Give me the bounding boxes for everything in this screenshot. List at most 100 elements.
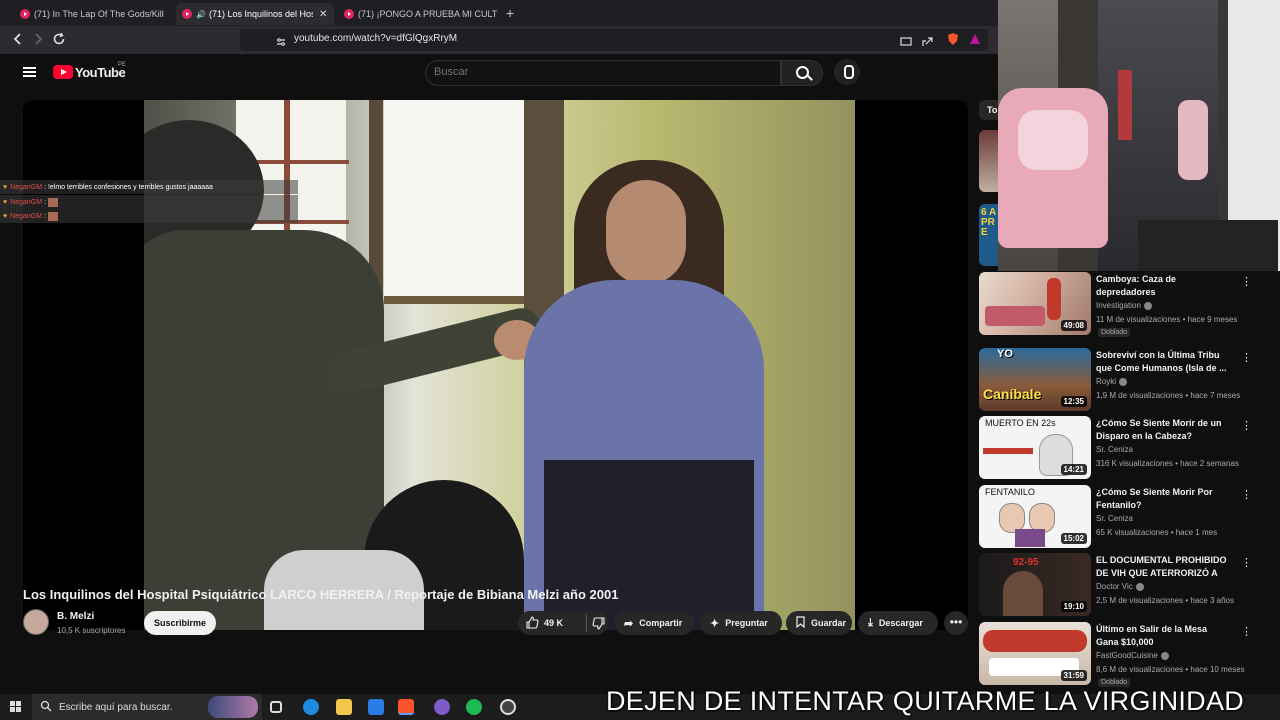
chat-username: NeganGM xyxy=(10,212,43,220)
dubbed-badge: Doblado xyxy=(1098,328,1131,337)
heart-icon: ♥ xyxy=(3,198,8,206)
thumb-body xyxy=(1015,529,1045,547)
emote-icon xyxy=(48,197,59,207)
video-thumbnail[interactable]: MUERTO EN 22s 14:21 xyxy=(979,416,1091,479)
recommendation-title[interactable]: EL DOCUMENTAL PROHIBIDO DE VIH QUE ATERR… xyxy=(1096,554,1231,580)
subscriber-count: 10,5 K suscriptores xyxy=(57,626,126,635)
recommendation-card[interactable]: 49:08 Camboya: Caza de depredadores Inve… xyxy=(979,272,1269,337)
recommendation-title[interactable]: Sobreviví con la Última Tribu que Come H… xyxy=(1096,349,1231,375)
task-view-icon[interactable] xyxy=(270,701,282,713)
store-icon[interactable] xyxy=(368,699,384,715)
discord-icon[interactable] xyxy=(434,699,450,715)
channel-avatar[interactable] xyxy=(23,609,49,635)
recommendation-card[interactable]: MUERTO EN 22s 14:21 ¿Cómo Se Siente Mori… xyxy=(979,416,1269,480)
menu-icon[interactable] xyxy=(23,67,36,77)
recommendation-card[interactable]: FENTANILO 15:02 ¿Cómo Se Siente Morir Po… xyxy=(979,485,1269,549)
spotify-icon[interactable] xyxy=(466,699,482,715)
verified-icon xyxy=(1143,301,1152,310)
subscribe-button[interactable]: Suscribirme xyxy=(144,611,216,635)
chat-text: : xyxy=(44,212,47,220)
chat-message: ♥ NeganGM : !elmo terribles confesiones … xyxy=(0,180,298,194)
back-icon[interactable] xyxy=(12,32,24,49)
cast-icon[interactable] xyxy=(900,34,912,50)
reload-icon[interactable] xyxy=(52,32,66,49)
thumb-text: Caníbale xyxy=(983,386,1042,402)
recommendation-meta: 1,9 M de visualizaciones • hace 7 meses xyxy=(1096,391,1241,400)
forward-icon[interactable] xyxy=(32,32,44,49)
video-thumbnail[interactable]: 92-95 19:10 xyxy=(979,553,1091,616)
search-input[interactable] xyxy=(434,66,774,78)
recommendation-channel[interactable]: Sr. Ceniza xyxy=(1096,445,1133,454)
recommendation-channel[interactable]: FastGoodCuisine xyxy=(1096,651,1169,660)
brave-browser-icon[interactable] xyxy=(398,699,414,715)
windows-start-icon[interactable] xyxy=(10,701,22,713)
channel-name[interactable]: B. Melzi xyxy=(57,611,94,622)
verified-icon xyxy=(1119,377,1128,386)
share-page-icon[interactable] xyxy=(922,34,934,50)
duration-badge: 49:08 xyxy=(1060,320,1087,331)
chat-message: ♥ NeganGM : xyxy=(0,209,298,223)
webcam-desk xyxy=(1138,220,1278,271)
more-actions-button[interactable]: ••• xyxy=(944,611,968,635)
youtube-logo-icon[interactable] xyxy=(53,65,73,79)
region-code: PE xyxy=(118,62,127,68)
new-tab-button[interactable]: + xyxy=(506,5,514,21)
duration-badge: 15:02 xyxy=(1060,533,1087,544)
save-button[interactable]: Guardar xyxy=(786,611,852,635)
kebab-menu-icon[interactable]: ⋮ xyxy=(1241,275,1252,288)
recommendation-channel[interactable]: Sr. Ceniza xyxy=(1096,514,1133,523)
recommendation-title[interactable]: ¿Cómo Se Siente Morir de un Disparo en l… xyxy=(1096,417,1231,443)
window-sill xyxy=(384,296,544,304)
brave-shield-icon[interactable] xyxy=(946,32,960,49)
like-count[interactable]: 49 K xyxy=(544,618,563,628)
ask-button[interactable]: ✦ Preguntar xyxy=(700,611,782,635)
youtube-favicon-icon xyxy=(20,9,30,19)
site-info-icon[interactable] xyxy=(276,34,286,50)
recommendation-card[interactable]: YO Caníbale 12:35 Sobreviví con la Últim… xyxy=(979,348,1269,412)
search-button[interactable] xyxy=(781,60,823,86)
webcam-overlay xyxy=(998,0,1280,271)
sparkle-icon: ✦ xyxy=(710,617,720,630)
recommendation-title[interactable]: ¿Cómo Se Siente Morir Por Fentanilo? xyxy=(1096,486,1231,512)
kebab-menu-icon[interactable]: ⋮ xyxy=(1241,625,1252,638)
recommendation-channel[interactable]: Royki xyxy=(1096,377,1128,386)
recommendation-title[interactable]: Último en Salir de la Mesa Gana $10,000 xyxy=(1096,623,1231,649)
recommendation-channel[interactable]: Doctor Vic xyxy=(1096,582,1144,591)
download-button[interactable]: ⤓ Descargar xyxy=(858,611,938,635)
kebab-menu-icon[interactable]: ⋮ xyxy=(1241,488,1252,501)
chat-message: ♥ NeganGM : xyxy=(0,195,298,209)
share-icon: ➦ xyxy=(624,617,634,630)
recommendation-card[interactable]: 92-95 19:10 EL DOCUMENTAL PROHIBIDO DE V… xyxy=(979,553,1269,617)
video-thumbnail[interactable]: FENTANILO 15:02 xyxy=(979,485,1091,548)
youtube-favicon-icon xyxy=(344,9,354,19)
browser-tab[interactable]: (71) In The Lap Of The Gods/Killer Q xyxy=(14,3,164,25)
kebab-menu-icon[interactable]: ⋮ xyxy=(1241,419,1252,432)
thumbs-down-icon[interactable] xyxy=(592,617,605,632)
channel-label: Investigation xyxy=(1096,301,1141,310)
brave-rewards-icon[interactable] xyxy=(968,32,982,49)
bookmark-icon xyxy=(796,615,805,631)
divider xyxy=(586,614,587,632)
thumbs-up-icon[interactable] xyxy=(526,616,539,631)
recommendation-channel[interactable]: Investigation xyxy=(1096,301,1152,310)
thumb-people xyxy=(983,630,1087,652)
kebab-menu-icon[interactable]: ⋮ xyxy=(1241,351,1252,364)
obs-icon[interactable] xyxy=(500,699,516,715)
taskbar-search-placeholder: Escribe aquí para buscar. xyxy=(59,702,173,713)
recommendation-card[interactable]: 31:59 Último en Salir de la Mesa Gana $1… xyxy=(979,622,1269,687)
file-explorer-icon[interactable] xyxy=(336,699,352,715)
video-thumbnail[interactable]: 31:59 xyxy=(979,622,1091,685)
video-thumbnail[interactable]: 49:08 xyxy=(979,272,1091,335)
browser-tab-active[interactable]: 🔊 (71) Los Inquilinos del Hospit ✕ xyxy=(176,3,334,25)
stream-chat-overlay: ♥ NeganGM : !elmo terribles confesiones … xyxy=(0,180,298,224)
stream-marquee-text: DEJEN DE INTENTAR QUITARME LA VIRGINIDAD xyxy=(606,686,1245,716)
edge-icon[interactable] xyxy=(303,699,319,715)
kebab-menu-icon[interactable]: ⋮ xyxy=(1241,556,1252,569)
verified-icon xyxy=(1160,651,1169,660)
video-thumbnail[interactable]: YO Caníbale 12:35 xyxy=(979,348,1091,411)
share-button[interactable]: ➦ Compartir xyxy=(614,611,694,635)
close-tab-icon[interactable]: ✕ xyxy=(319,9,327,20)
recommendation-title[interactable]: Camboya: Caza de depredadores xyxy=(1096,273,1231,299)
voice-search-button[interactable] xyxy=(834,59,860,85)
browser-tab[interactable]: (71) ¡PONGO A PRUEBA MI CULTURA xyxy=(338,3,498,25)
